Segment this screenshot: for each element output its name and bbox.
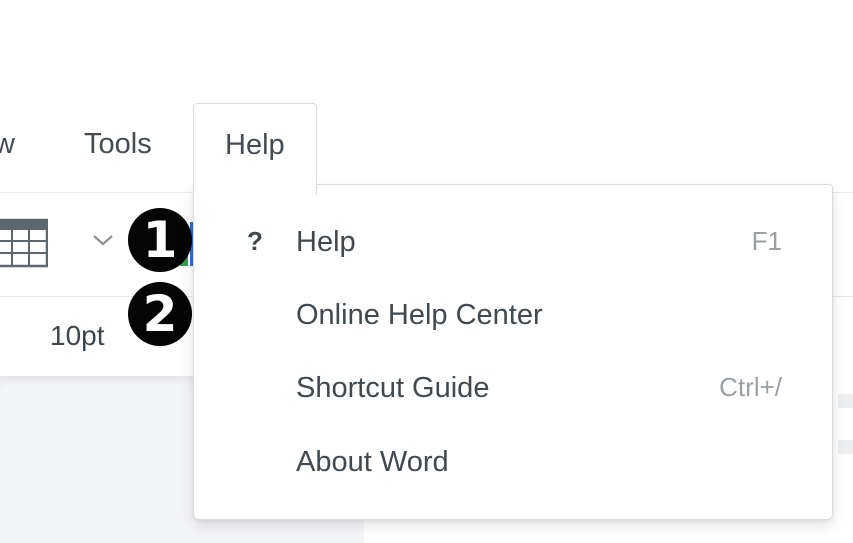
menu-tools[interactable]: Tools [84,124,152,164]
menu-item-online-help-center[interactable]: Online Help Center [194,284,832,346]
menu-item-label: Online Help Center [296,299,543,331]
tab-join [194,182,316,186]
menu-item-label: About Word [296,446,449,478]
menu-item-label: Help [296,226,356,258]
menu-item-shortcut: Ctrl+/ [719,372,782,402]
side-ruler-mark [838,394,853,408]
menu-help-label: Help [225,129,285,161]
menu-item-shortcut: F1 [751,226,782,256]
chevron-down-icon[interactable] [92,232,114,248]
question-mark-icon: ? [247,226,263,256]
step-badge-2: 2 [128,282,192,346]
step-badge-1: 1 [128,208,192,272]
help-dropdown-menu: ? Help F1 Online Help Center Shortcut Gu… [193,184,833,520]
menu-item-help[interactable]: ? Help F1 [194,211,832,273]
table-icon[interactable] [0,218,48,268]
menu-item-about-word[interactable]: About Word [194,431,832,493]
side-ruler-mark [838,440,853,454]
menu-item-shortcut-guide[interactable]: Shortcut Guide Ctrl+/ [194,357,832,419]
font-size-select[interactable]: 10pt [50,318,105,354]
menu-item-label: Shortcut Guide [296,372,490,404]
menu-view[interactable]: w [0,124,15,164]
